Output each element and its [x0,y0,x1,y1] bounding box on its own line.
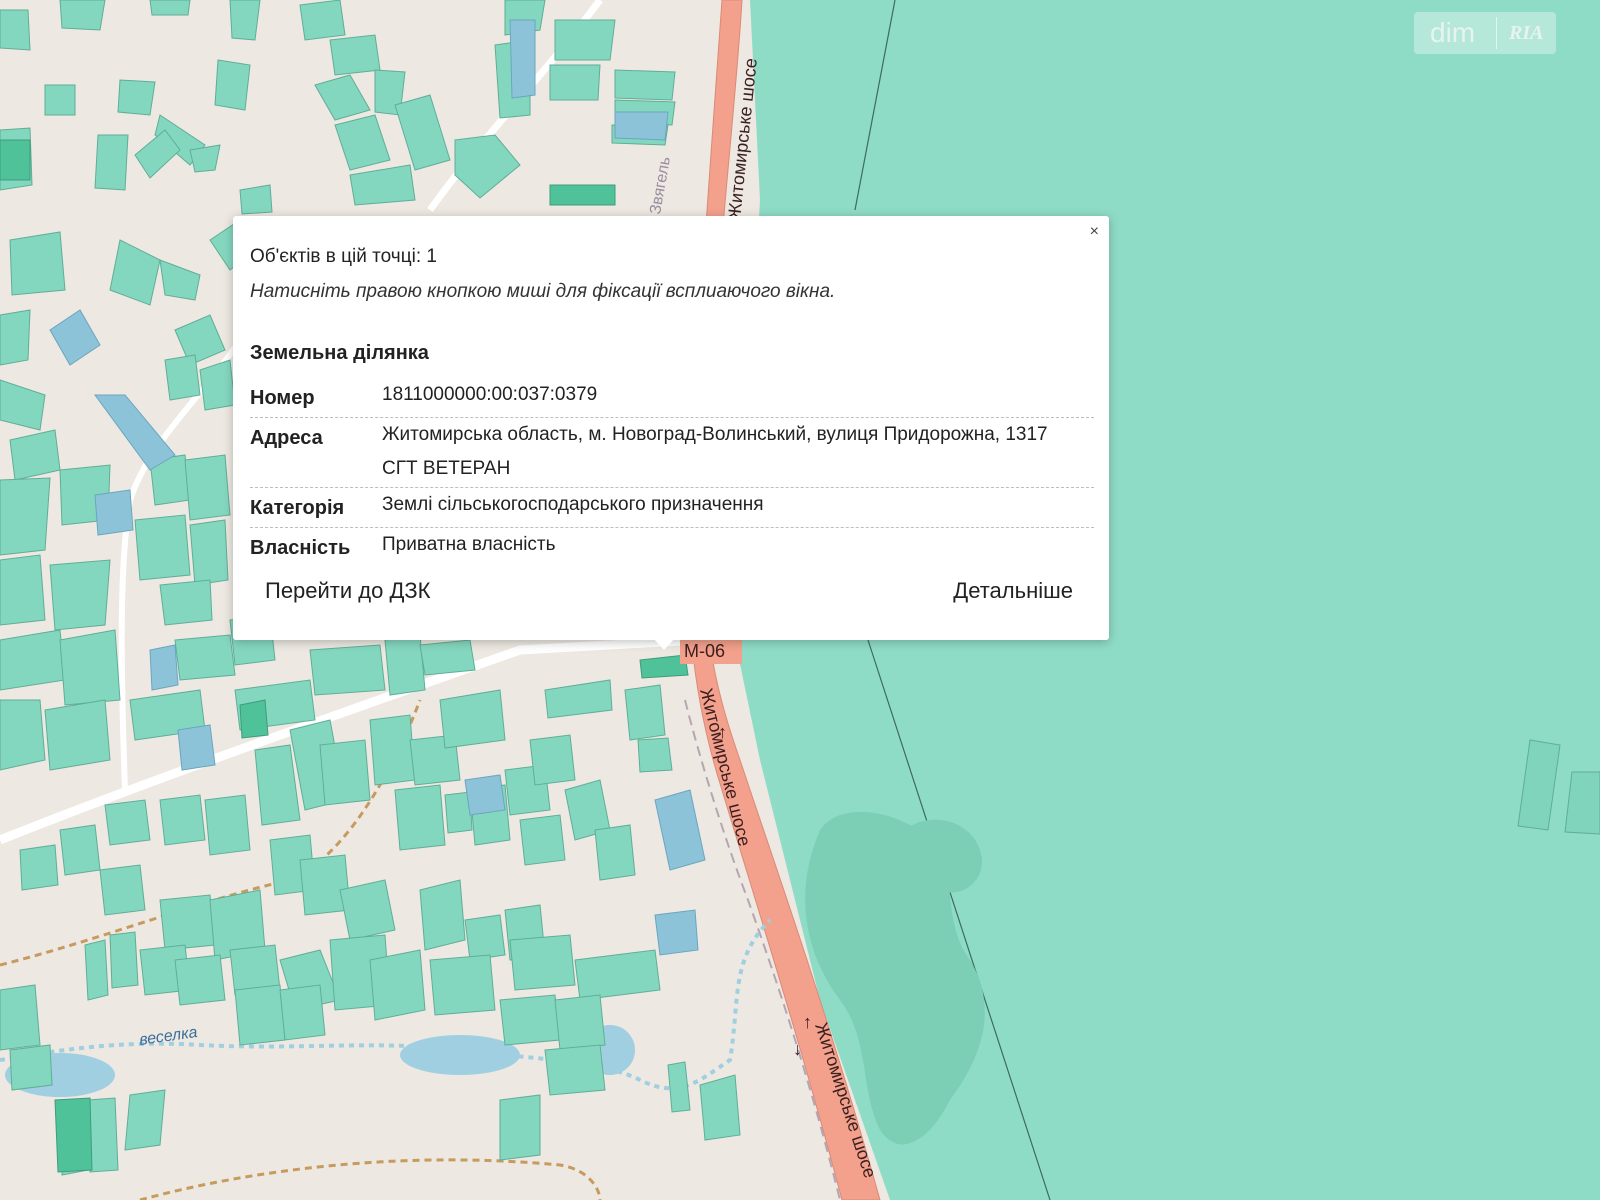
attribute-key: Адреса [250,427,323,449]
details-button[interactable]: Детальніше [937,570,1089,612]
watermark-brand-ria: RIA [1509,21,1544,44]
dirt-path [139,1158,602,1200]
section-title: Земельна ділянка [250,342,429,364]
popup-hint: Натисніть правою кнопкою миші для фіксац… [250,281,836,302]
attribute-row-category: Категорія Землі сільськогосподарського п… [250,488,1094,528]
route-badge: М-06 [684,641,725,661]
attribute-key: Власність [250,537,351,559]
attribute-value: Землі сільськогосподарського призначення [382,494,764,515]
objects-count: Об'єктів в цій точці: 1 [250,246,437,267]
goto-dzk-button[interactable]: Перейти до ДЗК [249,570,447,612]
direction-arrow: ↓ [793,1039,802,1059]
direction-arrow: ↑ [803,1012,812,1032]
close-icon[interactable]: × [1090,222,1099,242]
attribute-key: Номер [250,387,315,409]
parcel-attributes: Номер 1811000000:00:037:0379 Адреса Жито… [250,378,1094,567]
attribute-row-address: Адреса Житомирська область, м. Новоград-… [250,418,1094,488]
attribute-value: 1811000000:00:037:0379 [382,384,598,405]
attribute-value: Приватна власність [382,534,556,555]
parcel-info-popup: × Об'єктів в цій точці: 1 Натисніть прав… [233,216,1109,640]
watermark-brand: dim [1430,17,1476,48]
street-label: Звягель [647,155,674,215]
pond [400,1035,520,1075]
popup-pointer [653,638,675,650]
attribute-key: Категорія [250,497,345,519]
dimria-watermark: dim RIA [1414,12,1556,54]
direction-arrow: ↑ [718,722,727,742]
attribute-row-number: Номер 1811000000:00:037:0379 [250,378,1094,418]
road-label-middle: Житомирське шосе [696,686,755,848]
attribute-value: Житомирська область, м. Новоград-Волинсь… [382,424,1048,479]
attribute-row-ownership: Власність Приватна власність [250,528,1094,567]
